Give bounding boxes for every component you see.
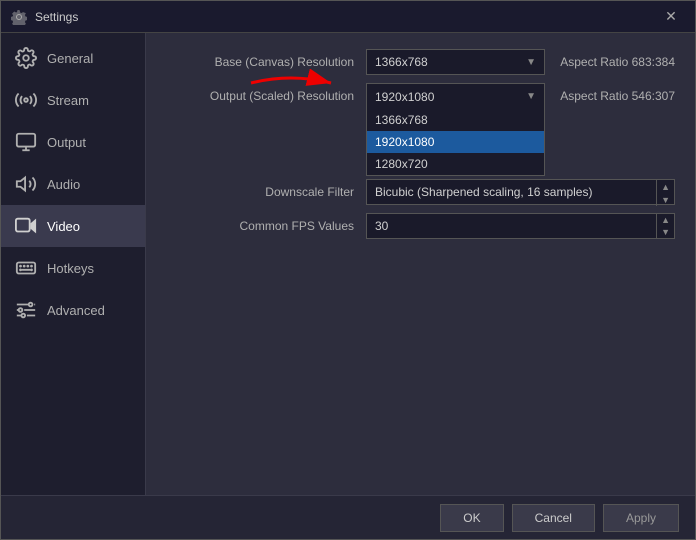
main-content: Base (Canvas) Resolution 1366x768 ▼ Aspe… [146, 33, 695, 495]
option-1920x1080[interactable]: 1920x1080 [367, 131, 544, 153]
keyboard-icon [15, 257, 37, 279]
sidebar-label-audio: Audio [47, 177, 80, 192]
base-resolution-value: 1366x768 [375, 55, 428, 69]
sidebar-label-hotkeys: Hotkeys [47, 261, 94, 276]
downscale-filter-dropdown[interactable]: Bicubic (Sharpened scaling, 16 samples) … [366, 179, 675, 205]
sidebar-item-stream[interactable]: Stream [1, 79, 145, 121]
output-icon [15, 131, 37, 153]
stream-icon [15, 89, 37, 111]
content-area: General Stream Output [1, 33, 695, 495]
sidebar-item-hotkeys[interactable]: Hotkeys [1, 247, 145, 289]
base-resolution-dropdown[interactable]: 1366x768 ▼ [366, 49, 545, 75]
option-1366x768[interactable]: 1366x768 [367, 109, 544, 131]
output-resolution-control: 1920x1080 ▼ 1366x768 1920x1080 1280x720 [366, 83, 545, 109]
apply-button[interactable]: Apply [603, 504, 679, 532]
sidebar-item-general[interactable]: General [1, 37, 145, 79]
sidebar-label-general: General [47, 51, 93, 66]
sidebar-item-video[interactable]: Video [1, 205, 145, 247]
sidebar-label-stream: Stream [47, 93, 89, 108]
downscale-filter-value: Bicubic (Sharpened scaling, 16 samples) [375, 185, 592, 199]
downscale-filter-control: Bicubic (Sharpened scaling, 16 samples) … [366, 179, 675, 205]
fps-value: 30 [375, 219, 388, 233]
fps-label: Common FPS Values [166, 219, 366, 233]
window-title: Settings [35, 10, 657, 24]
settings-icon [11, 9, 27, 25]
audio-icon [15, 173, 37, 195]
output-resolution-list: 1366x768 1920x1080 1280x720 [366, 109, 545, 176]
sidebar-item-advanced[interactable]: Advanced [1, 289, 145, 331]
gear-icon [15, 47, 37, 69]
downscale-down[interactable]: ▼ [657, 193, 674, 206]
fps-spinner[interactable]: 30 ▲ ▼ [366, 213, 675, 239]
base-resolution-control: 1366x768 ▼ [366, 49, 545, 75]
sidebar-label-video: Video [47, 219, 80, 234]
downscale-filter-row: Downscale Filter Bicubic (Sharpened scal… [166, 179, 675, 205]
close-button[interactable]: ✕ [657, 6, 685, 28]
dropdown-arrow-base: ▼ [526, 57, 536, 68]
sidebar-label-advanced: Advanced [47, 303, 105, 318]
footer: OK Cancel Apply [1, 495, 695, 539]
output-resolution-label: Output (Scaled) Resolution [166, 89, 366, 103]
base-resolution-row: Base (Canvas) Resolution 1366x768 ▼ Aspe… [166, 49, 675, 75]
base-resolution-label: Base (Canvas) Resolution [166, 55, 366, 69]
downscale-spinners: ▲ ▼ [656, 180, 674, 206]
sidebar-label-output: Output [47, 135, 86, 150]
sidebar: General Stream Output [1, 33, 146, 495]
output-aspect-ratio: Aspect Ratio 546:307 [545, 89, 675, 103]
fps-row: Common FPS Values 30 ▲ ▼ [166, 213, 675, 239]
rows-below-dropdown: Downscale Filter Bicubic (Sharpened scal… [166, 179, 675, 247]
advanced-icon [15, 299, 37, 321]
fps-spinners: ▲ ▼ [656, 214, 674, 238]
downscale-filter-label: Downscale Filter [166, 185, 366, 199]
fps-up[interactable]: ▲ [657, 214, 674, 226]
dropdown-arrow-output: ▼ [526, 91, 536, 102]
output-resolution-value: 1920x1080 [375, 90, 434, 104]
settings-window: Settings ✕ General Stream [0, 0, 696, 540]
cancel-button[interactable]: Cancel [512, 504, 595, 532]
fps-control: 30 ▲ ▼ [366, 213, 675, 239]
ok-button[interactable]: OK [440, 504, 503, 532]
option-1280x720[interactable]: 1280x720 [367, 153, 544, 175]
output-resolution-dropdown[interactable]: 1920x1080 ▼ [366, 83, 545, 109]
base-aspect-ratio: Aspect Ratio 683:384 [545, 55, 675, 69]
sidebar-item-audio[interactable]: Audio [1, 163, 145, 205]
title-bar: Settings ✕ [1, 1, 695, 33]
sidebar-item-output[interactable]: Output [1, 121, 145, 163]
video-icon [15, 215, 37, 237]
fps-down[interactable]: ▼ [657, 226, 674, 238]
output-resolution-row: Output (Scaled) Resolution 1920x1080 ▼ 1… [166, 83, 675, 109]
downscale-up[interactable]: ▲ [657, 180, 674, 193]
